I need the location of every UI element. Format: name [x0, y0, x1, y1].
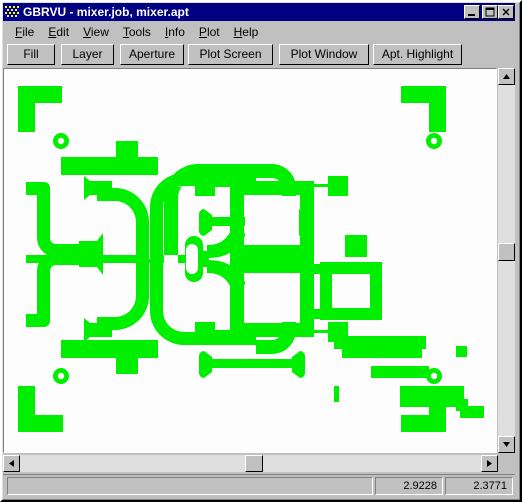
vertical-scroll-thumb[interactable] — [498, 243, 515, 261]
horizontal-scroll-thumb[interactable] — [245, 455, 263, 472]
scroll-up-arrow[interactable] — [498, 68, 515, 85]
gerber-plot-canvas[interactable] — [3, 68, 497, 453]
toolbar: Fill Layer Aperture Plot Screen Plot Win… — [3, 42, 515, 66]
menu-bar: File Edit View Tools Info Plot Help — [3, 23, 515, 40]
menu-item-edit[interactable]: Edit — [41, 24, 76, 40]
gbrvu-app-icon[interactable] — [4, 5, 20, 19]
aperture-button[interactable]: Aperture — [120, 43, 184, 65]
menu-item-view[interactable]: View — [76, 24, 116, 40]
plot-window-button[interactable]: Plot Window — [279, 43, 369, 65]
menu-item-tools[interactable]: Tools — [116, 24, 158, 40]
minimize-button[interactable] — [464, 5, 480, 19]
apt-highlight-button[interactable]: Apt. Highlight — [373, 43, 462, 65]
status-bar: 2.9228 2.3771 — [3, 474, 515, 495]
maximize-button[interactable] — [482, 5, 498, 19]
client-area — [3, 68, 515, 453]
status-message-pane — [7, 477, 373, 495]
window-title: GBRVU - mixer.job, mixer.apt — [23, 5, 189, 19]
gerber-artwork — [4, 69, 496, 452]
horizontal-scrollbar[interactable] — [3, 455, 515, 472]
scroll-left-arrow[interactable] — [3, 455, 20, 472]
menu-item-file[interactable]: File — [8, 24, 41, 40]
window-controls — [464, 5, 514, 19]
application-window: GBRVU - mixer.job, mixer.apt File Edit V… — [0, 0, 522, 502]
layer-button[interactable]: Layer — [61, 43, 114, 65]
menu-item-info[interactable]: Info — [158, 24, 192, 40]
fill-button[interactable]: Fill — [7, 43, 55, 65]
vertical-scrollbar[interactable] — [498, 68, 515, 453]
plot-screen-button[interactable]: Plot Screen — [188, 43, 273, 65]
scroll-down-arrow[interactable] — [498, 436, 515, 453]
status-y-coordinate: 2.3771 — [445, 477, 513, 495]
close-button[interactable] — [498, 5, 514, 19]
scroll-right-arrow[interactable] — [481, 455, 498, 472]
scrollbar-corner — [498, 455, 515, 472]
title-bar[interactable]: GBRVU - mixer.job, mixer.apt — [3, 3, 515, 21]
status-x-coordinate: 2.9228 — [375, 477, 443, 495]
menu-item-plot[interactable]: Plot — [192, 24, 227, 40]
menu-item-help[interactable]: Help — [227, 24, 266, 40]
